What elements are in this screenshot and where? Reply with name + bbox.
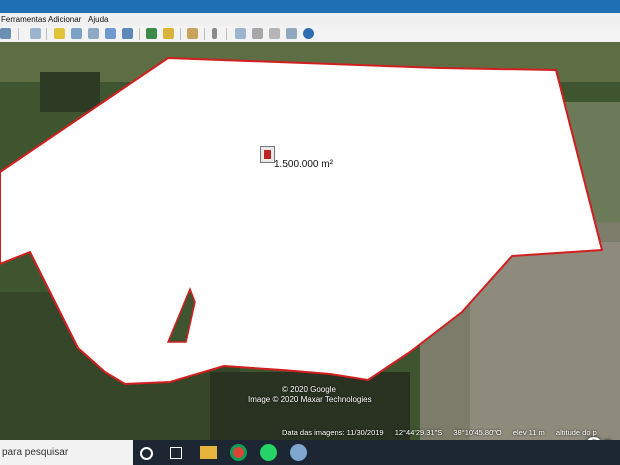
longitude-readout: 38°10'45.80"O xyxy=(453,428,502,437)
panel-icon[interactable] xyxy=(30,28,41,39)
status-bar: Data das imagens: 11/30/2019 12°44'29.31… xyxy=(282,428,606,437)
print-icon[interactable] xyxy=(252,28,263,39)
ruler-icon[interactable] xyxy=(212,28,217,39)
imagery-date: Data das imagens: 11/30/2019 xyxy=(282,428,384,437)
menu-ferramentas[interactable]: Ferramentas xyxy=(1,15,46,24)
earth-icon[interactable] xyxy=(303,28,314,39)
toolbar xyxy=(0,26,620,43)
google-earth-icon[interactable] xyxy=(290,444,307,461)
polygon-placemark-icon[interactable] xyxy=(260,146,275,163)
menu-bar: Ferramentas Adicionar Ajuda xyxy=(0,13,620,26)
map-view[interactable]: 1.500.000 m² © 2020 Google Image © 2020 … xyxy=(0,42,620,440)
latitude-readout: 12°44'29.31"S xyxy=(394,428,443,437)
file-explorer-icon[interactable] xyxy=(200,446,217,459)
path-icon[interactable] xyxy=(88,28,99,39)
window-title-bar xyxy=(0,0,620,13)
area-label: 1.500.000 m² xyxy=(274,159,333,170)
whatsapp-icon[interactable] xyxy=(260,444,277,461)
toolbar-separator xyxy=(18,28,19,40)
cortana-icon[interactable] xyxy=(140,447,153,460)
historical-imagery-icon[interactable] xyxy=(146,28,157,39)
save-image-icon[interactable] xyxy=(269,28,280,39)
chrome-icon[interactable] xyxy=(230,444,247,461)
view-in-maps-icon[interactable] xyxy=(286,28,297,39)
menu-ajuda[interactable]: Ajuda xyxy=(88,15,108,24)
taskbar-search-input[interactable]: para pesquisar xyxy=(0,440,133,465)
search-placeholder: para pesquisar xyxy=(2,447,69,458)
eye-altitude-readout: altitude do p xyxy=(555,428,597,437)
polygon-icon[interactable] xyxy=(71,28,82,39)
toolbar-separator xyxy=(226,28,227,40)
toolbar-separator xyxy=(180,28,181,40)
placemark-icon[interactable] xyxy=(54,28,65,39)
task-view-icon[interactable] xyxy=(170,447,182,459)
menu-adicionar[interactable]: Adicionar xyxy=(48,15,81,24)
copyright-credit: © 2020 Google xyxy=(282,385,336,394)
imagery-credit: Image © 2020 Maxar Technologies xyxy=(248,395,372,404)
record-tour-icon[interactable] xyxy=(122,28,133,39)
image-overlay-icon[interactable] xyxy=(105,28,116,39)
toolbar-separator xyxy=(46,28,47,40)
email-icon[interactable] xyxy=(235,28,246,39)
satellite-imagery xyxy=(0,42,620,440)
search-panel-icon[interactable] xyxy=(0,28,11,39)
elevation-readout: elev 11 m xyxy=(512,428,545,437)
planets-icon[interactable] xyxy=(187,28,198,39)
taskbar: para pesquisar xyxy=(0,440,620,465)
toolbar-separator xyxy=(204,28,205,40)
toolbar-separator xyxy=(139,28,140,40)
sunlight-icon[interactable] xyxy=(163,28,174,39)
